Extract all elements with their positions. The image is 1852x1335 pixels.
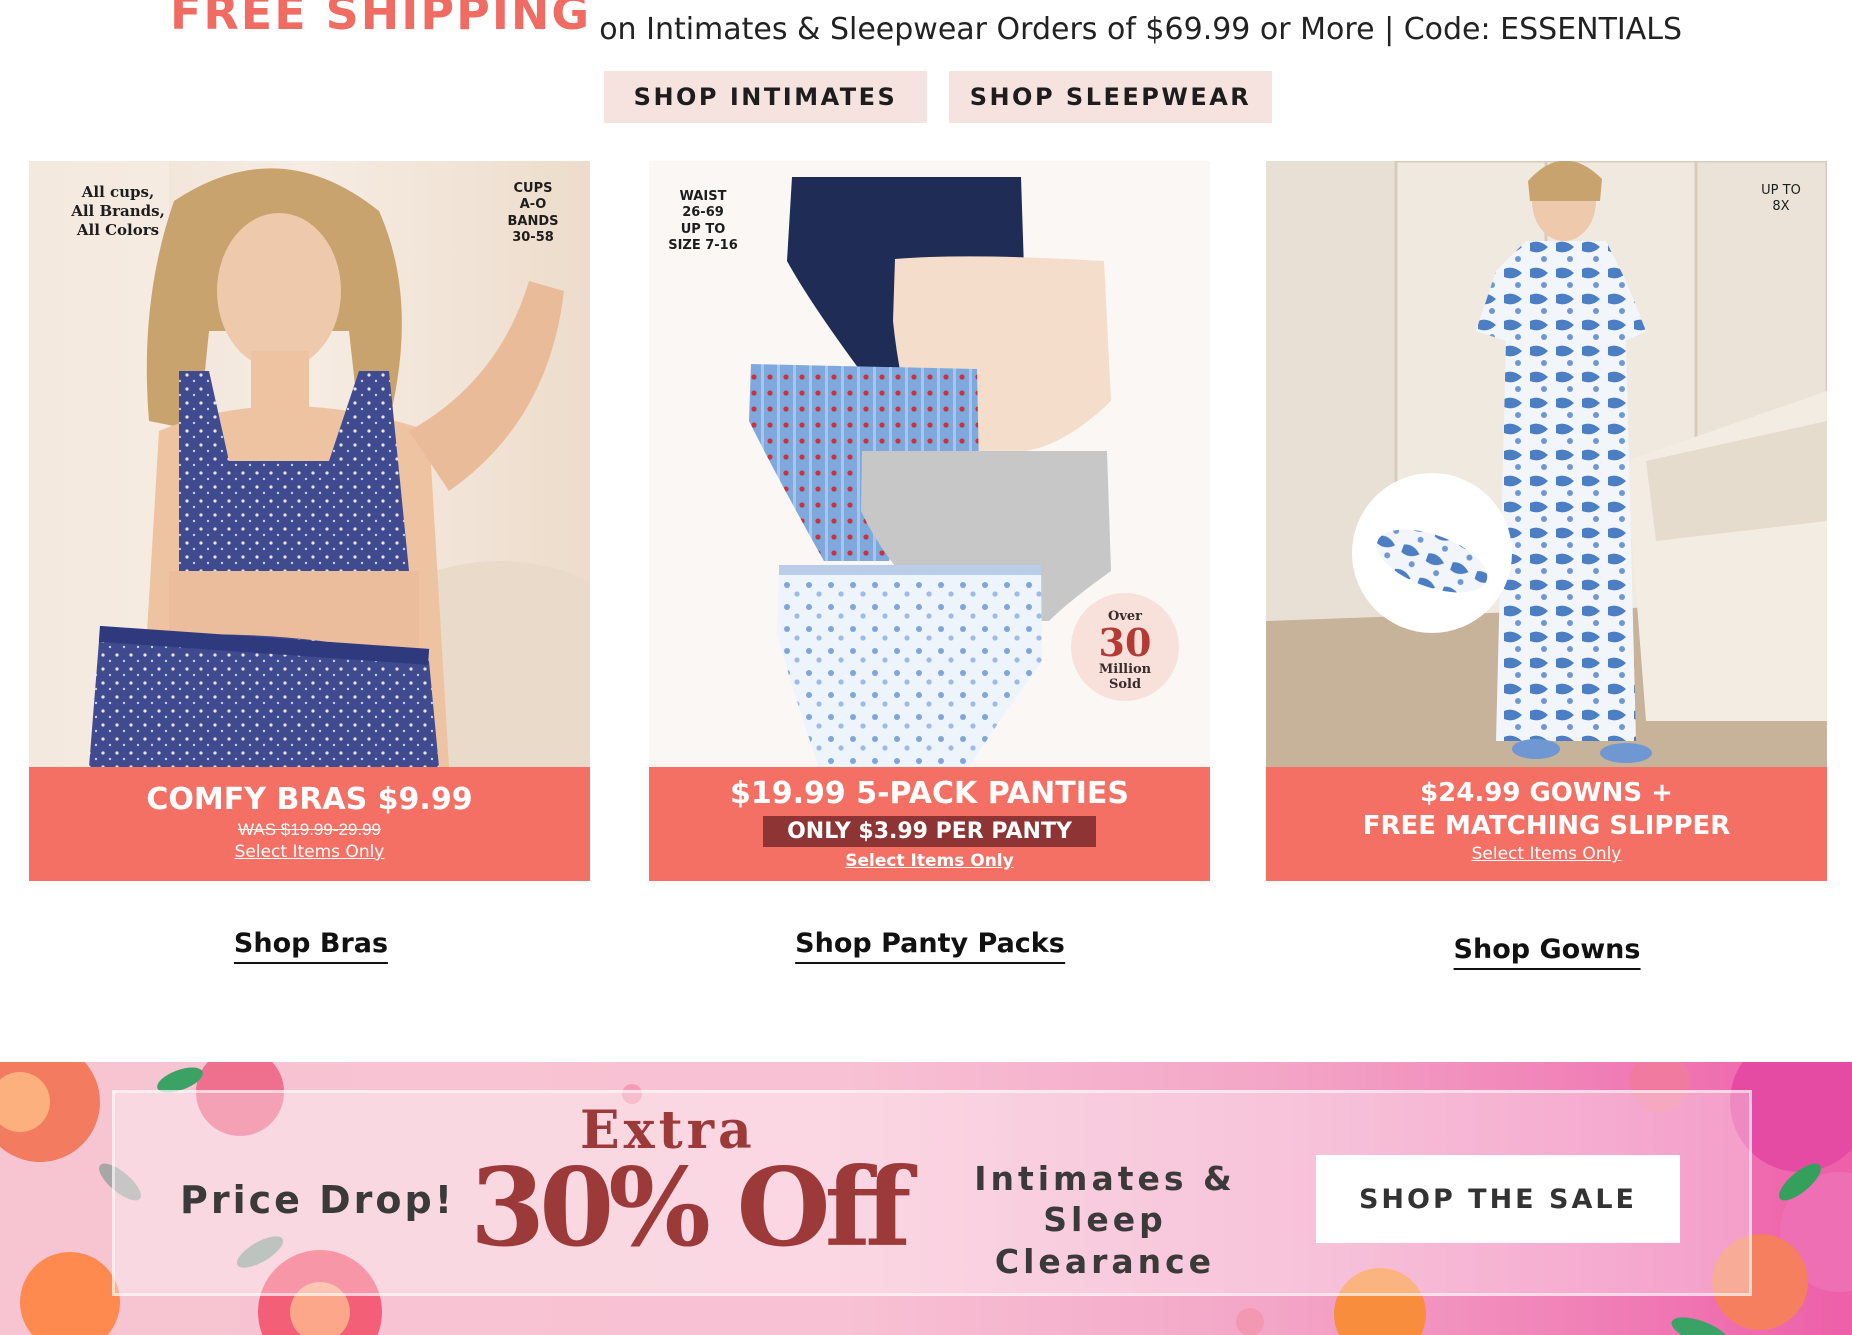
shop-the-sale-button[interactable]: SHOP THE SALE [1316, 1155, 1680, 1243]
badge-number: 30 [1098, 620, 1152, 665]
badge-sold: Sold [1108, 677, 1142, 692]
thirty-million-sold-badge: Over 30 Million Sold [1071, 609, 1179, 692]
thirty-percent-off: 30% Off [470, 1145, 912, 1271]
panty-pack-photo: WAIST 26-69 UP TO SIZE 7-16 Over 30 Million… [649, 161, 1210, 767]
bras-cups-note: All cups, All Brands, All Colors [71, 183, 165, 239]
panties-offer-band: $19.99 5-PACK PANTIES ONLY $3.99 PER PAN… [649, 767, 1210, 881]
bras-headline: COMFY BRAS $9.99 [146, 782, 473, 817]
free-shipping-label: FREE SHIPPING [169, 0, 592, 40]
shop-bras-link[interactable]: Shop Bras [233, 928, 389, 964]
free-shipping-details: on Intimates & Sleepwear Orders of $69.9… [599, 12, 1683, 47]
shop-sleepwear-button[interactable]: SHOP SLEEPWEAR [949, 71, 1272, 123]
gowns-headline-line2: FREE MATCHING SLIPPER [1362, 810, 1731, 841]
clearance-line2: Sleep Clearance [994, 1200, 1216, 1281]
clearance-description: Intimates & Sleep Clearance [955, 1158, 1255, 1282]
gown-model-photo: UP TO 8X [1266, 161, 1827, 767]
badge-million: Million [1098, 662, 1152, 677]
gowns-offer-band: $24.99 GOWNS + FREE MATCHING SLIPPER Sel… [1266, 767, 1827, 881]
gowns-select-items-link[interactable]: Select Items Only [1266, 844, 1827, 864]
gowns-headline-line1: $24.99 GOWNS + [1420, 778, 1673, 808]
shop-gowns-link[interactable]: Shop Gowns [1453, 934, 1641, 970]
gowns-size-note: UP TO 8X [1761, 183, 1801, 215]
clearance-sale-banner[interactable]: Price Drop! Extra 30% Off Intimates & Sl… [0, 1062, 1852, 1335]
free-shipping-promo: FREE SHIPPING on Intimates & Sleepwear Or… [0, 0, 1852, 46]
panties-size-note: WAIST 26-69 UP TO SIZE 7-16 [668, 189, 738, 253]
bras-was-price: WAS $19.99-29.99 [237, 820, 381, 839]
bras-sizes-note: CUPS A-O BANDS 30-58 [507, 181, 559, 245]
clearance-line1: Intimates & [974, 1159, 1236, 1198]
bras-model-photo: All cups, All Brands, All Colors CUPS A-O BA… [29, 161, 590, 767]
panties-select-items-link[interactable]: Select Items Only [649, 851, 1210, 871]
panties-headline: $19.99 5-PACK PANTIES [730, 776, 1129, 811]
shop-panty-packs-link[interactable]: Shop Panty Packs [795, 928, 1065, 964]
bras-offer-band: COMFY BRAS $9.99 WAS $19.99-29.99 Select… [29, 767, 590, 881]
bras-select-items-link[interactable]: Select Items Only [29, 842, 590, 862]
shop-intimates-button[interactable]: SHOP INTIMATES [604, 71, 927, 123]
gowns-promo-card[interactable]: UP TO 8X $24.99 GOWNS + FREE MATCHING SLI… [1266, 161, 1827, 881]
bras-promo-card[interactable]: All cups, All Brands, All Colors CUPS A-O BA… [29, 161, 590, 881]
panties-promo-card[interactable]: WAIST 26-69 UP TO SIZE 7-16 Over 30 Million… [649, 161, 1210, 881]
per-panty-price: ONLY $3.99 PER PANTY [763, 816, 1096, 847]
price-drop-label: Price Drop! [180, 1178, 456, 1222]
